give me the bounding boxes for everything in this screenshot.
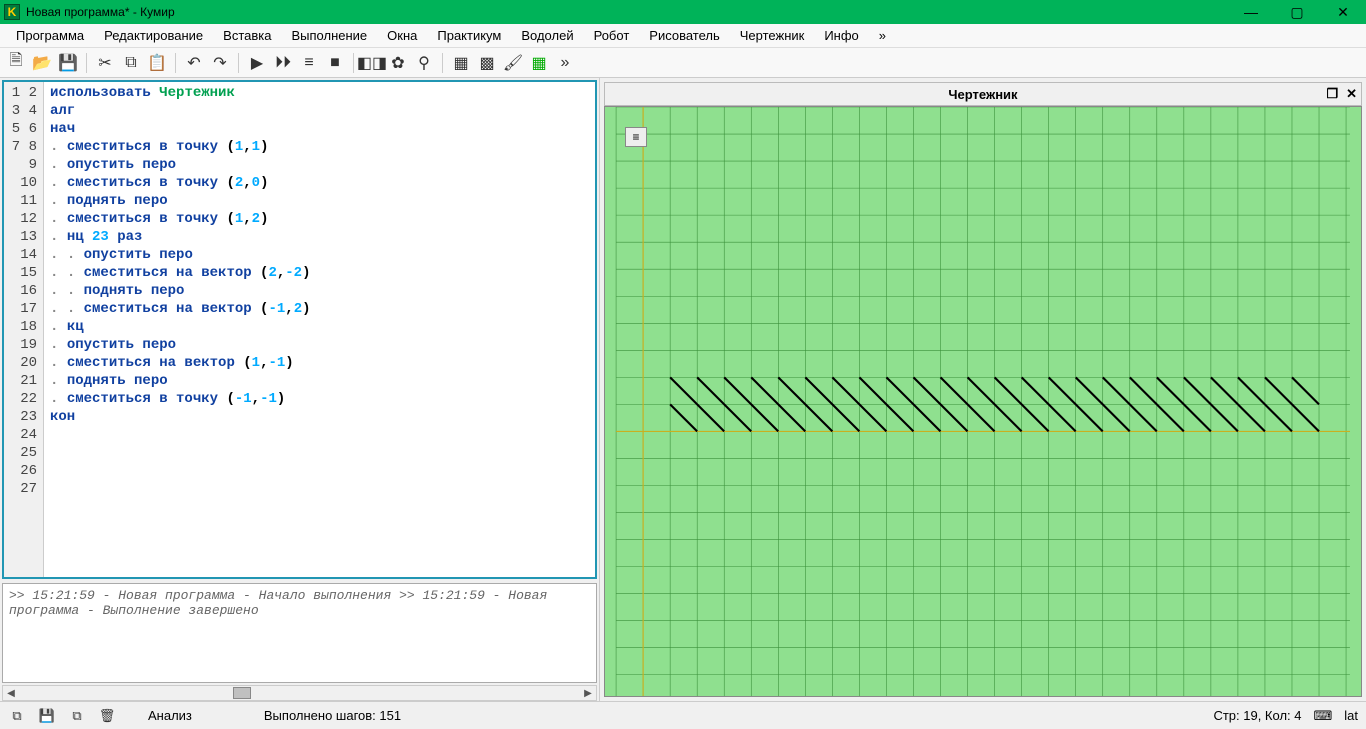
menu-item-11[interactable]: » bbox=[869, 25, 896, 46]
horizontal-scrollbar[interactable]: ◀ ▶ bbox=[2, 685, 597, 701]
step-run-icon[interactable]: ⏵⏵ bbox=[271, 51, 295, 75]
menu-item-10[interactable]: Инфо bbox=[814, 25, 868, 46]
canvas-maximize-icon[interactable]: ❐ bbox=[1326, 86, 1338, 102]
menubar: ПрограммаРедактированиеВставкаВыполнение… bbox=[0, 24, 1366, 48]
menu-item-8[interactable]: Рисователь bbox=[639, 25, 729, 46]
redo-icon[interactable]: ↷ bbox=[208, 51, 232, 75]
canvas-close-icon[interactable]: ✕ bbox=[1346, 86, 1357, 102]
console-output[interactable]: >> 15:21:59 - Новая программа - Начало в… bbox=[3, 584, 596, 682]
toolbar-separator bbox=[353, 53, 354, 73]
line-gutter: 1 2 3 4 5 6 7 8 9 10 11 12 13 14 15 16 1… bbox=[4, 82, 44, 577]
main-area: 1 2 3 4 5 6 7 8 9 10 11 12 13 14 15 16 1… bbox=[0, 78, 1366, 701]
code-text[interactable]: использовать Чертежник алг нач . сместит… bbox=[44, 82, 595, 577]
run-icon[interactable]: ▶ bbox=[245, 51, 269, 75]
toolbar-separator bbox=[86, 53, 87, 73]
actor-icon-3[interactable]: ⚲ bbox=[412, 51, 436, 75]
trash-icon[interactable]: 🗑 bbox=[98, 707, 116, 725]
steps-label: Выполнено шагов: 151 bbox=[264, 708, 401, 723]
code-editor[interactable]: 1 2 3 4 5 6 7 8 9 10 11 12 13 14 15 16 1… bbox=[2, 80, 597, 579]
close-button[interactable]: ✕ bbox=[1320, 0, 1366, 24]
grid-icon-2[interactable]: ▩ bbox=[475, 51, 499, 75]
cursor-position: Стр: 19, Кол: 4 bbox=[1213, 708, 1301, 723]
toolbar-separator bbox=[175, 53, 176, 73]
keyboard-icon[interactable]: ⌨ bbox=[1314, 708, 1333, 724]
console-toggle-icon[interactable]: ⧉ bbox=[8, 707, 26, 725]
right-pane: Чертежник ❐ ✕ ≡ bbox=[600, 78, 1366, 701]
toolbar-more[interactable]: » bbox=[553, 51, 577, 75]
menu-item-2[interactable]: Вставка bbox=[213, 25, 281, 46]
input-lang[interactable]: lat bbox=[1344, 708, 1358, 723]
canvas-menu-icon[interactable]: ≡ bbox=[625, 127, 647, 147]
brush-icon[interactable]: 🖌 bbox=[501, 51, 525, 75]
cut-icon[interactable]: ✂ bbox=[93, 51, 117, 75]
menu-item-9[interactable]: Чертежник bbox=[730, 25, 815, 46]
window-title: Новая программа* - Кумир bbox=[26, 5, 1228, 19]
menu-item-3[interactable]: Выполнение bbox=[281, 25, 377, 46]
menu-item-0[interactable]: Программа bbox=[6, 25, 94, 46]
scroll-left-icon[interactable]: ◀ bbox=[3, 686, 19, 700]
undo-icon[interactable]: ↶ bbox=[182, 51, 206, 75]
grid-icon[interactable]: ▦ bbox=[449, 51, 473, 75]
app-icon: K bbox=[4, 4, 20, 20]
save-file-icon[interactable]: 💾 bbox=[56, 51, 80, 75]
menu-item-6[interactable]: Водолей bbox=[511, 25, 583, 46]
maximize-button[interactable]: ▢ bbox=[1274, 0, 1320, 24]
actor-icon-2[interactable]: ✿ bbox=[386, 51, 410, 75]
toolbar: 🗎 📂 💾 ✂ ⧉ 📋 ↶ ↷ ▶ ⏵⏵ ≡ ■ ◧◨ ✿ ⚲ ▦ ▩ 🖌 ▦ … bbox=[0, 48, 1366, 78]
copy-icon[interactable]: ⧉ bbox=[119, 51, 143, 75]
window-titlebar: K Новая программа* - Кумир — ▢ ✕ bbox=[0, 0, 1366, 24]
grid-green-icon[interactable]: ▦ bbox=[527, 51, 551, 75]
copy-status-icon[interactable]: ⧉ bbox=[68, 707, 86, 725]
menu-item-4[interactable]: Окна bbox=[377, 25, 427, 46]
console: >> 15:21:59 - Новая программа - Начало в… bbox=[2, 583, 597, 683]
new-file-icon[interactable]: 🗎 bbox=[4, 51, 28, 75]
minimize-button[interactable]: — bbox=[1228, 0, 1274, 24]
paste-icon[interactable]: 📋 bbox=[145, 51, 169, 75]
canvas-svg bbox=[605, 107, 1361, 696]
stop-icon[interactable]: ■ bbox=[323, 51, 347, 75]
pause-icon[interactable]: ≡ bbox=[297, 51, 321, 75]
analysis-label[interactable]: Анализ bbox=[148, 708, 192, 723]
scroll-right-icon[interactable]: ▶ bbox=[580, 686, 596, 700]
toolbar-separator bbox=[442, 53, 443, 73]
toolbar-separator bbox=[238, 53, 239, 73]
menu-item-7[interactable]: Робот bbox=[584, 25, 640, 46]
statusbar: ⧉ 💾 ⧉ 🗑 Анализ Выполнено шагов: 151 Стр:… bbox=[0, 701, 1366, 729]
canvas-titlebar: Чертежник ❐ ✕ bbox=[604, 82, 1362, 106]
open-file-icon[interactable]: 📂 bbox=[30, 51, 54, 75]
scroll-thumb[interactable] bbox=[233, 687, 251, 699]
window-controls: — ▢ ✕ bbox=[1228, 0, 1366, 24]
menu-item-5[interactable]: Практикум bbox=[427, 25, 511, 46]
canvas-title: Чертежник bbox=[948, 87, 1017, 102]
menu-item-1[interactable]: Редактирование bbox=[94, 25, 213, 46]
drawing-canvas[interactable]: ≡ bbox=[604, 106, 1362, 697]
actor-icon[interactable]: ◧◨ bbox=[360, 51, 384, 75]
left-pane: 1 2 3 4 5 6 7 8 9 10 11 12 13 14 15 16 1… bbox=[0, 78, 600, 701]
save-status-icon[interactable]: 💾 bbox=[38, 707, 56, 725]
